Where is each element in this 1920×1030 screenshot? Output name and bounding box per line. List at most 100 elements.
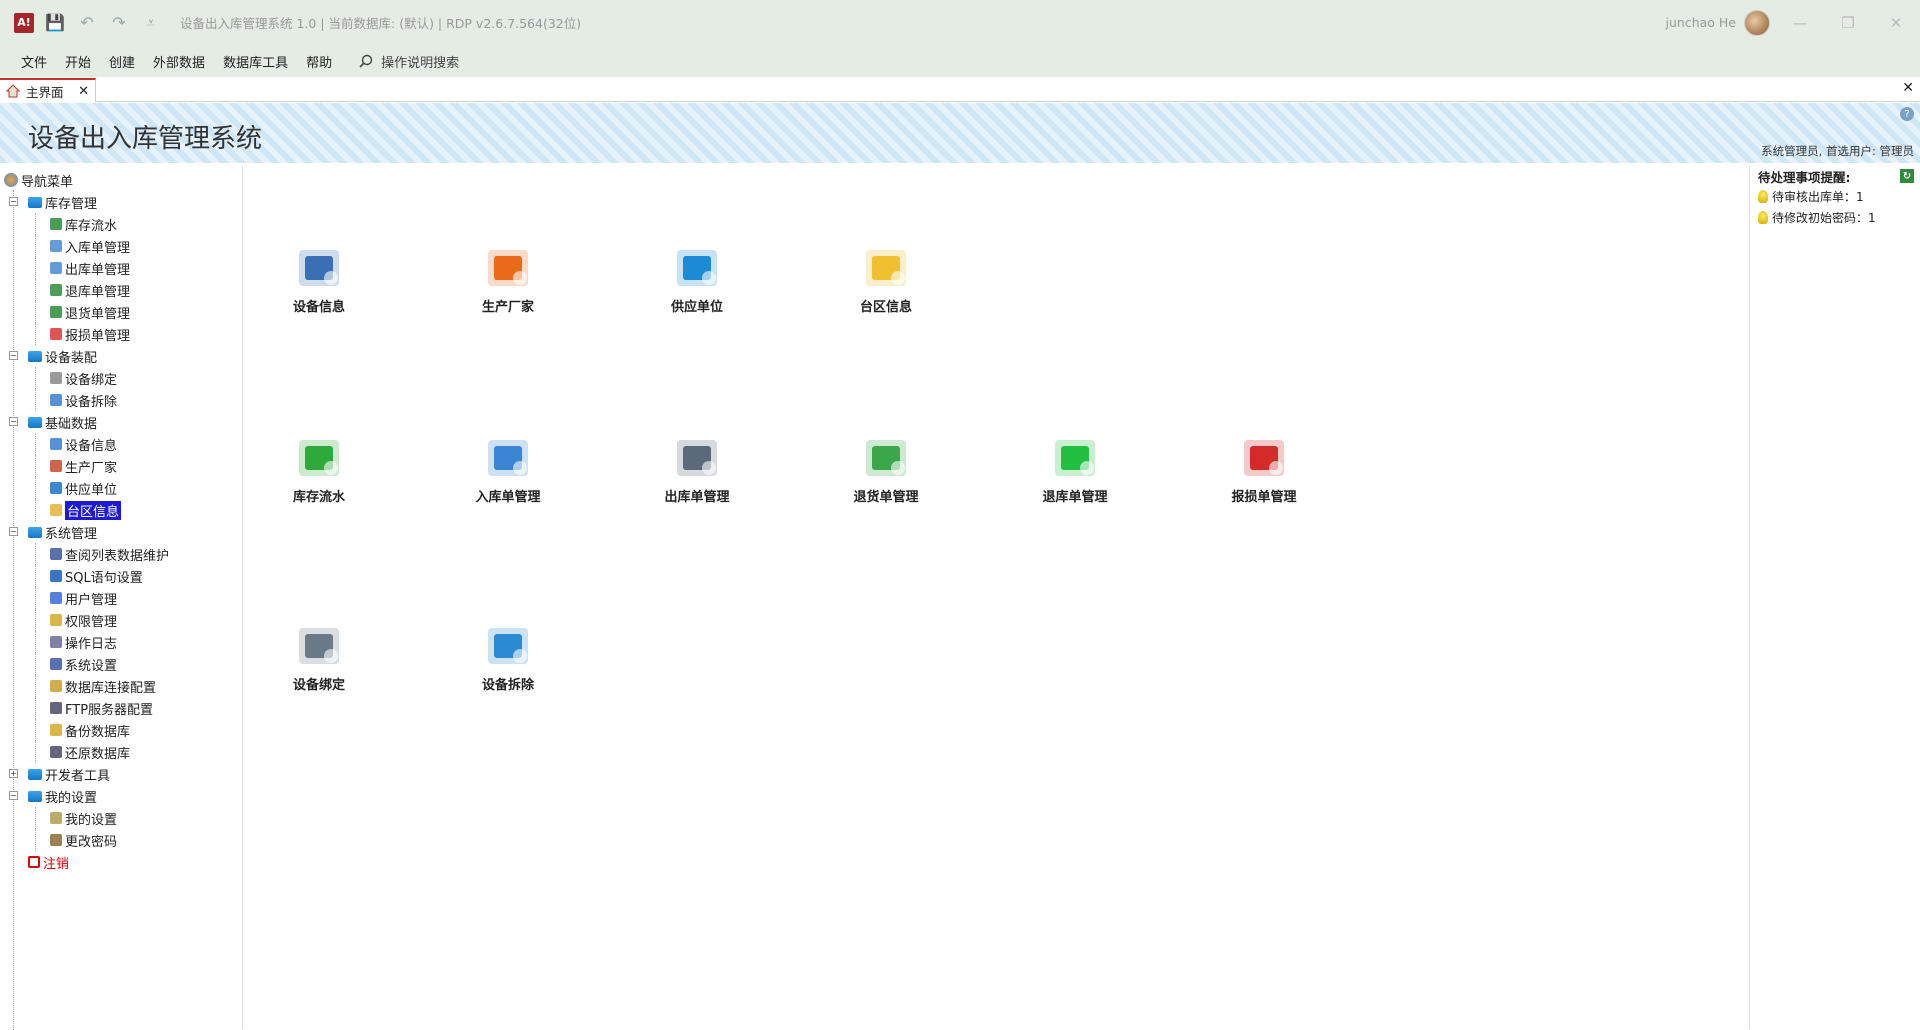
tile-label: 出库单管理 [664,490,730,505]
menu-item-icon [50,636,62,648]
save-icon[interactable]: 💾 [44,13,66,32]
tab-main[interactable]: 主界面 ✕ [0,78,96,102]
reminder-item[interactable]: 待修改初始密码：1 [1750,207,1920,228]
tree-item[interactable]: 生产厂家 [0,455,242,477]
dashboard-tile[interactable]: 设备信息 [249,244,389,315]
tile-icon [673,434,721,482]
tree-item[interactable]: 还原数据库 [0,741,242,763]
tree-item-label: 数据库连接配置 [65,680,157,696]
tree-item-label: 权限管理 [65,614,118,630]
dashboard-tile[interactable]: 台区信息 [816,244,956,315]
tree-item[interactable]: 设备绑定 [0,367,242,389]
restore-icon[interactable]: ❐ [1824,0,1872,45]
collapse-icon[interactable]: − [9,791,18,800]
customize-toolbar-icon[interactable]: ⩡ [140,13,162,33]
tell-me-search[interactable]: 操作说明搜索 [359,52,459,71]
tree-root-label: 导航菜单 [21,174,74,190]
tile-icon [1240,434,1288,482]
tile-label: 入库单管理 [475,490,541,505]
tree-item[interactable]: 供应单位 [0,477,242,499]
tree-item-label: SQL语句设置 [65,570,143,586]
tree-group-label: 基础数据 [45,416,98,432]
folder-icon [28,350,42,362]
reminder-header: 待处理事项提醒: ↻ [1750,166,1920,186]
tree-item[interactable]: 备份数据库 [0,719,242,741]
tree-item[interactable]: 系统设置 [0,653,242,675]
menu-database-tools[interactable]: 数据库工具 [214,52,297,71]
tree-item[interactable]: 设备信息 [0,433,242,455]
tree-item[interactable]: 操作日志 [0,631,242,653]
tree-item[interactable]: 查阅列表数据维护 [0,543,242,565]
tree-item-label: 设备信息 [65,438,118,454]
menu-help[interactable]: 帮助 [297,52,341,71]
minimize-icon[interactable]: — [1776,0,1824,45]
menu-item-icon [50,592,62,604]
expand-icon[interactable]: + [9,769,18,778]
menu-create[interactable]: 创建 [100,52,144,71]
tree-item[interactable]: 用户管理 [0,587,242,609]
dashboard-tile[interactable]: 供应单位 [627,244,767,315]
logout-item[interactable]: 注销 [0,851,242,873]
menu-item-icon [50,218,62,230]
tile-icon [295,622,343,670]
tree-item[interactable]: FTP服务器配置 [0,697,242,719]
dashboard-tile[interactable]: 入库单管理 [438,434,578,505]
refresh-icon[interactable]: ↻ [1900,169,1914,183]
redo-icon[interactable]: ↷ [108,13,130,32]
tree-item[interactable]: 我的设置 [0,807,242,829]
close-document-icon[interactable]: ✕ [1902,80,1914,96]
tree-item[interactable]: 权限管理 [0,609,242,631]
tree-group[interactable]: − 库存管理 [0,191,242,213]
dashboard-tile[interactable]: 设备拆除 [438,622,578,693]
tree-item[interactable]: 设备拆除 [0,389,242,411]
menu-item-icon [50,504,62,516]
dashboard-tile[interactable]: 库存流水 [249,434,389,505]
tree-item[interactable]: 数据库连接配置 [0,675,242,697]
tree-item[interactable]: 台区信息 [0,499,242,521]
tree-item[interactable]: 出库单管理 [0,257,242,279]
tree-item-label: 退货单管理 [65,306,131,322]
undo-icon[interactable]: ↶ [76,13,98,32]
menu-external-data[interactable]: 外部数据 [144,52,214,71]
reminder-text: 待审核出库单：1 [1772,190,1864,204]
close-window-icon[interactable]: ✕ [1872,0,1920,45]
account-area[interactable]: junchao He [1666,0,1770,45]
dashboard-tile[interactable]: 报损单管理 [1194,434,1334,505]
dashboard-tile[interactable]: 退库单管理 [1005,434,1145,505]
dashboard-tile[interactable]: 设备绑定 [249,622,389,693]
tree-item[interactable]: SQL语句设置 [0,565,242,587]
tree-item-label: 系统设置 [65,658,118,674]
tree-item[interactable]: 报损单管理 [0,323,242,345]
menu-file[interactable]: 文件 [12,52,56,71]
close-tab-icon[interactable]: ✕ [78,84,89,99]
tree-group[interactable]: − 系统管理 [0,521,242,543]
dashboard-tile[interactable]: 出库单管理 [627,434,767,505]
dashboard-tile[interactable]: 生产厂家 [438,244,578,315]
tree-item-label: 设备绑定 [65,372,118,388]
tree-group[interactable]: − 基础数据 [0,411,242,433]
tree-item[interactable]: 入库单管理 [0,235,242,257]
current-user-info: 系统管理员, 首选用户: 管理员 [1761,144,1914,158]
tree-item[interactable]: 退货单管理 [0,301,242,323]
tree-group[interactable]: − 我的设置 [0,785,242,807]
tree-item[interactable]: 库存流水 [0,213,242,235]
menu-home[interactable]: 开始 [56,52,100,71]
tree-group[interactable]: − 设备装配 [0,345,242,367]
collapse-icon[interactable]: − [9,197,18,206]
collapse-icon[interactable]: − [9,351,18,360]
avatar[interactable] [1744,9,1770,36]
tile-label: 退库单管理 [1042,490,1108,505]
tree-group[interactable]: + 开发者工具 [0,763,242,785]
tree-root[interactable]: 导航菜单 [0,169,242,191]
menu-item-icon [50,658,62,670]
tree-item[interactable]: 更改密码 [0,829,242,851]
tree-item-label: 更改密码 [65,834,118,850]
help-icon[interactable]: ? [1900,107,1914,121]
collapse-icon[interactable]: − [9,417,18,426]
dashboard-tile[interactable]: 退货单管理 [816,434,956,505]
menu-item-icon [50,306,62,318]
collapse-icon[interactable]: − [9,527,18,536]
tree-item[interactable]: 退库单管理 [0,279,242,301]
tile-label: 生产厂家 [481,300,534,315]
reminder-item[interactable]: 待审核出库单：1 [1750,186,1920,207]
